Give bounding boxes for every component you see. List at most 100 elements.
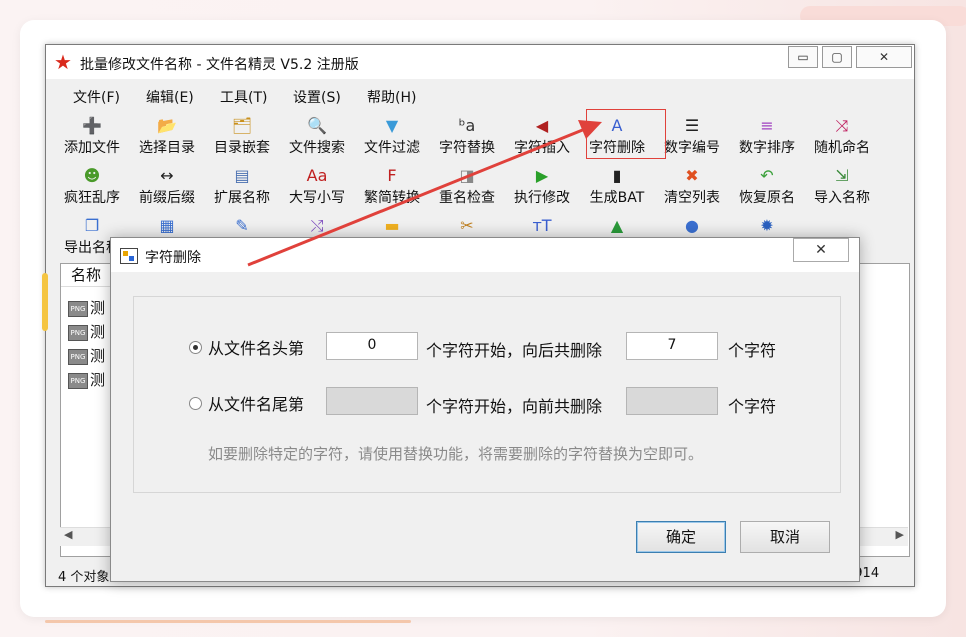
dialog-title-bar: 字符删除 ✕ — [111, 238, 859, 272]
cancel-button[interactable]: 取消 — [740, 521, 830, 553]
menu-bar: 文件(F) 编辑(E) 工具(T) 设置(S) 帮助(H) — [46, 83, 914, 107]
file-name: 测 — [90, 347, 106, 365]
toolbar-button-prefix-suffix[interactable]: ↔ 前缀后缀 — [129, 165, 205, 209]
start-position-input-1[interactable]: 0 — [326, 332, 418, 360]
toolbar-button-filter[interactable]: ▼ 文件过滤 — [354, 115, 430, 159]
toolbar-button-sort[interactable]: ≡ 数字排序 — [729, 115, 805, 159]
cross-arrows-icon: ⤭ — [310, 216, 324, 235]
png-file-icon: PNG — [68, 348, 88, 365]
duplicate-check-icon: ◨ — [459, 166, 475, 185]
nested-folder-icon: 🗂 — [231, 116, 253, 135]
count-input-2[interactable] — [626, 387, 718, 415]
file-name: 测 — [90, 323, 106, 341]
toolbar-label: 随机命名 — [814, 140, 870, 156]
scroll-right-icon[interactable]: ▶ — [896, 528, 904, 541]
toolbar-button-search[interactable]: 🔍 文件搜索 — [279, 115, 355, 159]
menu-settings[interactable]: 设置(S) — [293, 87, 341, 107]
maximize-button[interactable]: ▢ — [822, 46, 852, 68]
option1-suffix: 个字符 — [728, 341, 777, 360]
toolbar-label: 字符替换 — [439, 140, 495, 156]
export-icon: ❐ — [84, 216, 100, 235]
toolbar-label: 选择目录 — [139, 140, 195, 156]
status-count: 4 个对象 — [58, 570, 110, 585]
toolbar-button-add-file[interactable]: ➕ 添加文件 — [54, 115, 130, 159]
settings-gear-icon: ✹ — [760, 216, 774, 235]
png-file-icon: PNG — [68, 324, 88, 341]
prefix-suffix-icon: ↔ — [160, 166, 174, 185]
hint-text: 如要删除特定的字符，请使用替换功能，将需要删除的字符替换为空即可。 — [208, 445, 704, 463]
menu-tools[interactable]: 工具(T) — [220, 87, 267, 107]
toolbar-label: 字符插入 — [514, 140, 570, 156]
toolbar-button-shuffle[interactable]: ⤨ 随机命名 — [804, 115, 880, 159]
toolbar-label: 恢复原名 — [739, 190, 795, 206]
scroll-left-icon[interactable]: ◀ — [64, 528, 72, 541]
toolbar-label: 文件搜索 — [289, 140, 345, 156]
png-file-icon: PNG — [68, 300, 88, 317]
radio-from-end[interactable] — [189, 397, 202, 410]
highlight-box — [586, 109, 666, 159]
terminal-icon: ▮ — [612, 166, 622, 185]
yellow-folder-icon: ▬ — [384, 216, 400, 235]
side-marker — [42, 273, 48, 331]
filter-icon: ▼ — [385, 116, 399, 135]
drive-icon: ▲ — [610, 216, 624, 235]
radio-from-start[interactable] — [189, 341, 202, 354]
toolbar-button-insert[interactable]: ◀ 字符插入 — [504, 115, 580, 159]
app-star-icon: ★ — [54, 50, 72, 74]
tools-icon: ✂ — [460, 216, 474, 235]
menu-help[interactable]: 帮助(H) — [367, 87, 416, 107]
toolbar-button-terminal[interactable]: ▮ 生成BAT — [579, 165, 655, 209]
toolbar-label: 疯狂乱序 — [64, 190, 120, 206]
start-position-input-2[interactable] — [326, 387, 418, 415]
toolbar-label: 执行修改 — [514, 190, 570, 206]
delete-chars-dialog: 字符删除 ✕ 从文件名头第 0 个字符开始，向后共删除 7 个字符 从文件名尾第… — [110, 237, 860, 582]
menu-file[interactable]: 文件(F) — [73, 87, 120, 107]
toolbar-button-crazy[interactable]: ☻ 疯狂乱序 — [54, 165, 130, 209]
toolbar-button-replace[interactable]: ᵇa 字符替换 — [429, 115, 505, 159]
window-title: 批量修改文件名称 - 文件名精灵 V5.2 注册版 — [80, 57, 359, 73]
add-file-icon: ➕ — [82, 116, 102, 135]
title-bar: ★ 批量修改文件名称 - 文件名精灵 V5.2 注册版 ▭ ▢ ✕ — [46, 45, 914, 79]
toolbar-button-case[interactable]: Aa 大写小写 — [279, 165, 355, 209]
extension-icon: ▤ — [234, 166, 250, 185]
toolbar-label: 添加文件 — [64, 140, 120, 156]
crazy-icon: ☻ — [83, 166, 101, 185]
grid-icon: ▦ — [159, 216, 175, 235]
toolbar-button-duplicate-check[interactable]: ◨ 重名检查 — [429, 165, 505, 209]
toolbar-button-play[interactable]: ▶ 执行修改 — [504, 165, 580, 209]
replace-icon: ᵇa — [458, 116, 476, 135]
png-file-icon: PNG — [68, 372, 88, 389]
minimize-button[interactable]: ▭ — [788, 46, 818, 68]
toolbar-button-traditional-simplified[interactable]: F 繁简转换 — [354, 165, 430, 209]
toolbar-label: 前缀后缀 — [139, 190, 195, 206]
ok-button[interactable]: 确定 — [636, 521, 726, 553]
option2-middle: 个字符开始，向前共删除 — [426, 397, 603, 416]
toolbar-label: 数字排序 — [739, 140, 795, 156]
clear-list-icon: ✖ — [685, 166, 699, 185]
option1-middle: 个字符开始，向后共删除 — [426, 341, 603, 360]
import-icon: ⇲ — [835, 166, 849, 185]
close-button[interactable]: ✕ — [856, 46, 912, 68]
toolbar-button-folder[interactable]: 📂 选择目录 — [129, 115, 205, 159]
decorative-line — [45, 620, 411, 623]
toolbar-button-nested-folder[interactable]: 🗂 目录嵌套 — [204, 115, 280, 159]
dialog-app-icon — [120, 248, 138, 264]
count-input-1[interactable]: 7 — [626, 332, 718, 360]
case-icon: Aa — [306, 166, 328, 185]
undo-icon: ↶ — [760, 166, 774, 185]
menu-edit[interactable]: 编辑(E) — [146, 87, 194, 107]
toolbar-label: 重名检查 — [439, 190, 495, 206]
option2-suffix: 个字符 — [728, 397, 777, 416]
toolbar-label: 生成BAT — [589, 190, 645, 206]
file-name: 测 — [90, 371, 106, 389]
toolbar-button-clear-list[interactable]: ✖ 清空列表 — [654, 165, 730, 209]
option2-prefix: 从文件名尾第 — [208, 395, 305, 414]
toolbar-label: 清空列表 — [664, 190, 720, 206]
dialog-close-button[interactable]: ✕ — [793, 238, 849, 262]
dialog-title: 字符删除 — [145, 250, 201, 266]
toolbar-button-extension[interactable]: ▤ 扩展名称 — [204, 165, 280, 209]
font-size-icon: тT — [532, 216, 552, 235]
toolbar-button-undo[interactable]: ↶ 恢复原名 — [729, 165, 805, 209]
search-icon: 🔍 — [307, 116, 327, 135]
toolbar-button-import[interactable]: ⇲ 导入名称 — [804, 165, 880, 209]
